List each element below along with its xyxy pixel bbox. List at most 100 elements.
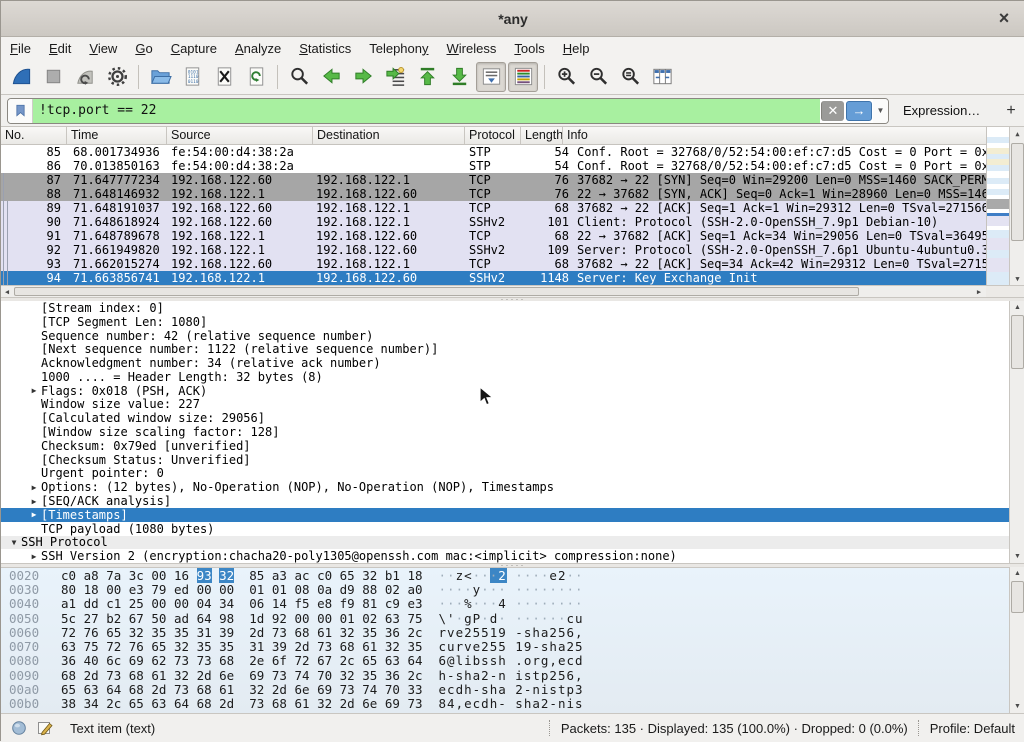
column-header-time[interactable]: Time [67, 127, 167, 144]
go-first-button[interactable] [412, 62, 442, 92]
hex-byte[interactable]: 68 [340, 639, 355, 654]
hex-byte[interactable]: 73 [407, 696, 422, 711]
hex-byte[interactable]: 6c [106, 653, 121, 668]
detail-line[interactable]: [Next sequence number: 1122 (relative se… [1, 342, 1024, 356]
hex-byte[interactable]: 27 [84, 611, 99, 626]
hex-byte[interactable]: 73 [317, 639, 332, 654]
hex-row[interactable]: 009068 2d 73 68 61 32 2d 6e 69 73 74 70 … [1, 668, 1024, 682]
hex-byte[interactable]: 69 [249, 668, 264, 683]
hex-byte[interactable]: 36 [385, 668, 400, 683]
hex-byte[interactable]: ac [294, 568, 309, 583]
hex-byte[interactable]: 70 [317, 668, 332, 683]
hex-byte[interactable]: 61 [294, 696, 309, 711]
hex-byte[interactable]: 67 [317, 653, 332, 668]
column-header-protocol[interactable]: Protocol [465, 127, 521, 144]
hex-byte[interactable]: 63 [84, 682, 99, 697]
menu-item-edit[interactable]: Edit [40, 39, 80, 58]
hex-byte[interactable]: 7a [106, 568, 121, 583]
packet-row-85[interactable]: 8568.001734936fe:54:00:d4:38:2aSTP54Conf… [1, 145, 986, 159]
zoom-out-button[interactable] [583, 62, 613, 92]
detail-line[interactable]: ▶[SEQ/ACK analysis] [1, 494, 1024, 508]
hex-byte[interactable]: 00 [151, 568, 166, 583]
go-back-button[interactable] [316, 62, 346, 92]
hex-byte[interactable]: 2e [249, 653, 264, 668]
hex-byte[interactable]: 98 [219, 611, 234, 626]
hex-row[interactable]: 00a065 63 64 68 2d 73 68 61 32 2d 6e 69 … [1, 682, 1024, 696]
details-scroll-thumb[interactable] [1011, 315, 1024, 369]
hex-byte[interactable]: 68 [129, 668, 144, 683]
auto-scroll-button[interactable] [476, 62, 506, 92]
hex-byte[interactable]: 73 [340, 682, 355, 697]
hex-byte[interactable]: 68 [294, 625, 309, 640]
packet-row-90[interactable]: 9071.648618924192.168.122.60192.168.122.… [1, 215, 986, 229]
hex-byte[interactable]: c9 [385, 596, 400, 611]
hex-byte[interactable]: 68 [61, 668, 76, 683]
menu-item-go[interactable]: Go [126, 39, 161, 58]
detail-line[interactable]: Checksum: 0x79ed [unverified] [1, 439, 1024, 453]
column-header-info[interactable]: Info [563, 127, 986, 144]
scroll-down-icon[interactable]: ▼ [1010, 550, 1024, 563]
capture-restart-button[interactable] [70, 62, 100, 92]
hex-byte[interactable]: c0 [61, 568, 76, 583]
hex-row[interactable]: 00505c 27 b2 67 50 ad 64 98 1d 92 00 00 … [1, 611, 1024, 625]
hex-byte[interactable]: 65 [362, 653, 377, 668]
menu-item-analyze[interactable]: Analyze [226, 39, 290, 58]
hex-byte[interactable]: 40 [84, 653, 99, 668]
hex-byte[interactable]: 65 [151, 639, 166, 654]
hex-byte[interactable]: 35 [407, 639, 422, 654]
hex-byte[interactable]: 00 [151, 596, 166, 611]
detail-line[interactable]: ▶Options: (12 bytes), No-Operation (NOP)… [1, 480, 1024, 494]
hex-byte[interactable]: 35 [174, 625, 189, 640]
packet-row-94[interactable]: 9471.663856741192.168.122.1192.168.122.6… [1, 271, 986, 285]
hex-byte[interactable]: 73 [174, 682, 189, 697]
hex-byte[interactable]: 69 [385, 696, 400, 711]
hex-byte[interactable]: 6e [219, 668, 234, 683]
expanded-icon[interactable]: ▼ [7, 538, 21, 547]
hex-byte[interactable]: 72 [294, 653, 309, 668]
scroll-up-icon[interactable]: ▲ [1010, 567, 1024, 580]
hex-byte[interactable]: 06 [249, 596, 264, 611]
bytes-scroll-thumb[interactable] [1011, 581, 1024, 613]
hex-byte[interactable]: 75 [84, 639, 99, 654]
column-header-length[interactable]: Length [521, 127, 563, 144]
find-packet-button[interactable] [284, 62, 314, 92]
menu-item-file[interactable]: File [1, 39, 40, 58]
packet-list-hscroll-thumb[interactable] [14, 287, 859, 296]
hex-byte[interactable]: 68 [129, 682, 144, 697]
hex-byte[interactable]: 61 [151, 668, 166, 683]
hex-byte[interactable]: 32 [219, 568, 234, 583]
add-filter-button[interactable]: + [998, 102, 1023, 120]
detail-line[interactable]: [Checksum Status: Unverified] [1, 453, 1024, 467]
hex-byte[interactable]: 64 [407, 653, 422, 668]
hex-byte[interactable]: a0 [407, 582, 422, 597]
scroll-right-icon[interactable]: ▶ [973, 286, 985, 297]
hex-byte[interactable]: 2d [197, 668, 212, 683]
collapsed-icon[interactable]: ▶ [27, 552, 41, 561]
detail-line[interactable]: [Stream index: 0] [1, 301, 1024, 315]
collapsed-icon[interactable]: ▶ [27, 386, 41, 395]
hex-byte[interactable]: 32 [317, 696, 332, 711]
hex-byte[interactable]: 1d [249, 611, 264, 626]
hex-byte[interactable]: 36 [61, 653, 76, 668]
detail-line[interactable]: Urgent pointer: 0 [1, 467, 1024, 481]
hex-byte[interactable]: 50 [151, 611, 166, 626]
hex-byte[interactable]: e3 [407, 596, 422, 611]
hex-byte[interactable]: 68 [272, 696, 287, 711]
hex-row[interactable]: 003080 18 00 e3 79 ed 00 00 01 01 08 0a … [1, 582, 1024, 596]
hex-byte[interactable]: 31 [249, 639, 264, 654]
hex-byte[interactable]: 38 [61, 696, 76, 711]
hex-byte[interactable]: d9 [340, 582, 355, 597]
hex-byte[interactable]: dd [84, 596, 99, 611]
details-scrollbar[interactable]: ▲ ▼ [1009, 301, 1024, 563]
hex-byte[interactable]: 2d [249, 625, 264, 640]
hex-byte[interactable]: 76 [84, 625, 99, 640]
packet-list-scrollbar[interactable]: ▲ ▼ [1009, 127, 1024, 285]
hex-byte[interactable]: 6f [272, 653, 287, 668]
hex-byte[interactable]: a8 [84, 568, 99, 583]
hex-row[interactable]: 008036 40 6c 69 62 73 73 68 2e 6f 72 67 … [1, 654, 1024, 668]
packet-row-88[interactable]: 8871.648146932192.168.122.1192.168.122.6… [1, 187, 986, 201]
detail-line[interactable]: ▼SSH Protocol [1, 536, 1015, 550]
detail-line[interactable]: 1000 .... = Header Length: 32 bytes (8) [1, 370, 1024, 384]
menu-item-capture[interactable]: Capture [162, 39, 226, 58]
hex-byte[interactable]: 67 [129, 611, 144, 626]
